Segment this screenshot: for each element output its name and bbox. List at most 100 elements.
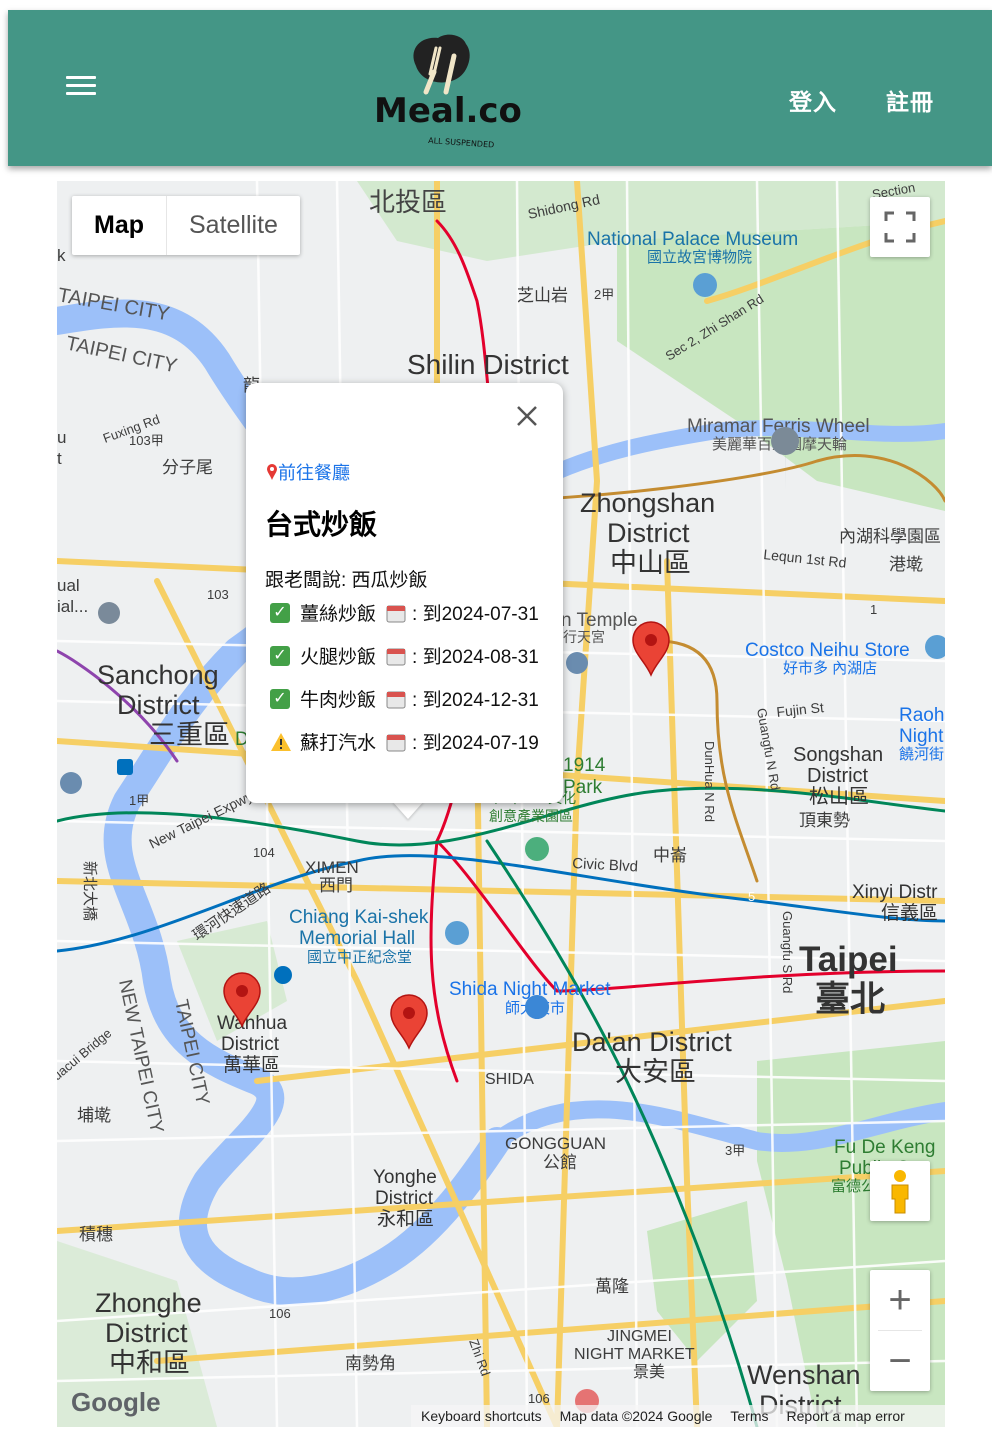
zoom-in-button[interactable]: + xyxy=(870,1270,930,1330)
label-xinbei-blvd: 新北大橋 xyxy=(81,861,98,921)
marker-zhongzheng[interactable] xyxy=(389,994,429,1050)
market-pin-icon[interactable] xyxy=(525,995,550,1043)
go-to-restaurant-link[interactable]: 前往餐廳 xyxy=(266,459,350,485)
label-zhonghe-en1: Zhonghe xyxy=(95,1288,202,1318)
wheel-icon[interactable] xyxy=(60,772,82,794)
keyboard-shortcuts-link[interactable]: Keyboard shortcuts xyxy=(421,1408,542,1424)
map-type-satellite-button[interactable]: Satellite xyxy=(167,196,300,255)
meal-co-logo[interactable]: Meal.co ALL SUSPENDED xyxy=(358,28,528,153)
label-guangfu-s: Guangfu S Rd xyxy=(780,911,795,993)
check-icon: ✓ xyxy=(270,645,290,666)
restaurant-subtitle: 跟老闆說: 西瓜炒飯 xyxy=(265,570,428,591)
label-costco-en: Costco Neihu Store xyxy=(745,640,910,661)
label-nanshijiao: 南勢角 xyxy=(345,1354,396,1373)
label-daan-zh: 大安區 xyxy=(615,1057,696,1087)
museum-icon[interactable] xyxy=(693,273,717,297)
label-zhonghe-zh: 中和區 xyxy=(109,1348,190,1378)
label-npm-zh: 國立故宮博物院 xyxy=(647,248,752,266)
monument-icon[interactable] xyxy=(445,921,469,945)
label-wenshan-en1: Wenshan xyxy=(747,1360,861,1390)
app-header: Meal.co ALL SUSPENDED 登入 註冊 xyxy=(8,10,992,166)
label-zhongshan-en1: Zhongshan xyxy=(580,488,715,518)
menu-item: 蘇打汽水 : 到2024-07-19 xyxy=(270,728,539,755)
label-zhongshan-en2: District xyxy=(607,518,690,548)
label-gongguan-en: GONGGUAN xyxy=(505,1134,606,1153)
map-type-map-button[interactable]: Map xyxy=(72,196,167,255)
label-taipei-zh: 臺北 xyxy=(815,980,885,1019)
label-fenziwei: 分子尾 xyxy=(162,458,213,477)
label-wanhua-en2: District xyxy=(221,1034,280,1055)
label-temple-zh: 行天宮 xyxy=(563,629,605,645)
label-103a: 103甲 xyxy=(129,433,164,448)
google-logo[interactable]: Google xyxy=(71,1387,161,1418)
label-t: t xyxy=(57,449,62,468)
menu-icon[interactable] xyxy=(66,76,96,100)
marker-zhongshan[interactable] xyxy=(631,621,671,677)
label-wanhua-zh: 萬華區 xyxy=(223,1054,280,1076)
zoom-out-button[interactable]: − xyxy=(870,1331,930,1391)
logo-tagline: ALL SUSPENDED xyxy=(428,136,495,150)
pin-icon xyxy=(267,464,277,480)
label-1914: 1914 xyxy=(563,755,606,776)
label-huashan-zh2: 創意產業園區 xyxy=(489,808,573,824)
park-icon[interactable] xyxy=(525,837,549,861)
logo-text: Meal.co xyxy=(374,91,522,131)
school-icon[interactable] xyxy=(98,602,120,624)
label-civic: Civic Blvd xyxy=(572,855,639,875)
label-zhonghe-en2: District xyxy=(105,1318,188,1348)
fullscreen-button[interactable] xyxy=(870,197,930,257)
street-view-pegman[interactable] xyxy=(870,1161,930,1221)
label-ximen-en: XIMEN xyxy=(305,858,359,877)
label-taipei-city-2: TAIPEI CITY xyxy=(64,332,179,377)
label-costco-zh: 好市多 內湖店 xyxy=(783,660,877,677)
metro-station-icon[interactable] xyxy=(117,759,133,775)
label-songshan-en2: District xyxy=(807,765,869,787)
label-ckm-zh: 國立中正紀念堂 xyxy=(307,948,412,966)
register-link[interactable]: 註冊 xyxy=(886,83,934,117)
map-data-text: Map data ©2024 Google xyxy=(559,1408,713,1424)
label-5: 5 xyxy=(748,889,755,904)
label-fujin: Fujin St xyxy=(776,699,825,720)
label-106a: 106 xyxy=(269,1306,291,1321)
label-xinyi-zh: 信義區 xyxy=(881,902,938,924)
calendar-icon xyxy=(386,648,406,665)
label-taipei-en: Taipei xyxy=(799,940,898,979)
menu-item: ✓ 火腿炒飯 : 到2024-08-31 xyxy=(270,642,539,669)
label-ximen-zh: 西門 xyxy=(319,876,353,895)
label-jingmei-en2: NIGHT MARKET xyxy=(574,1346,695,1363)
label-jingmei-en1: JINGMEI xyxy=(607,1328,672,1345)
marker-wanhua[interactable] xyxy=(222,972,262,1028)
menu-item-name: 牛肉炒飯 xyxy=(300,690,377,711)
login-link[interactable]: 登入 xyxy=(789,83,837,117)
label-ckm-en1: Chiang Kai-shek xyxy=(289,907,429,928)
label-wanlong: 萬隆 xyxy=(595,1277,629,1296)
label-1a: 1甲 xyxy=(129,793,149,808)
label-106b: 106 xyxy=(528,1391,550,1406)
label-zhonglun: 中崙 xyxy=(653,846,687,865)
label-ckm-en2: Memorial Hall xyxy=(299,928,415,949)
menu-item-date: : 到2024-07-31 xyxy=(412,604,539,625)
label-raohe-zh: 饒河街 xyxy=(899,746,944,763)
label-puding: 埔墘 xyxy=(77,1106,111,1125)
rail-station-icon[interactable] xyxy=(274,966,292,984)
report-error-link[interactable]: Report a map error xyxy=(787,1408,905,1424)
map-attribution: Keyboard shortcuts Map data ©2024 Google… xyxy=(411,1405,945,1427)
label-huacui: uacui Bridge xyxy=(57,1025,114,1083)
label-temple: n Temple xyxy=(561,610,638,631)
label-raohe-en1: Raohe xyxy=(899,705,945,726)
label-songshan-zh: 松山區 xyxy=(809,785,869,808)
label-dingdongshi: 頂東勢 xyxy=(799,811,850,830)
close-icon[interactable] xyxy=(512,401,542,431)
label-xinyi-en: Xinyi Distr xyxy=(852,882,938,903)
map-canvas[interactable]: 北投區 Shidong Rd Section National Palace M… xyxy=(57,181,945,1427)
shopping-icon[interactable] xyxy=(925,635,945,659)
menu-item: ✓ 牛肉炒飯 : 到2024-12-31 xyxy=(270,685,539,712)
label-1: 1 xyxy=(870,602,877,617)
temple-icon[interactable] xyxy=(566,652,588,674)
label-sanchong-en1: Sanchong xyxy=(97,660,219,690)
label-shida-en: Shida Night Market xyxy=(449,979,611,1000)
menu-item-date: : 到2024-12-31 xyxy=(412,690,539,711)
terms-link[interactable]: Terms xyxy=(730,1408,768,1424)
label-ual: ual xyxy=(57,576,80,595)
menu-item-name: 蘇打汽水 xyxy=(300,733,377,754)
